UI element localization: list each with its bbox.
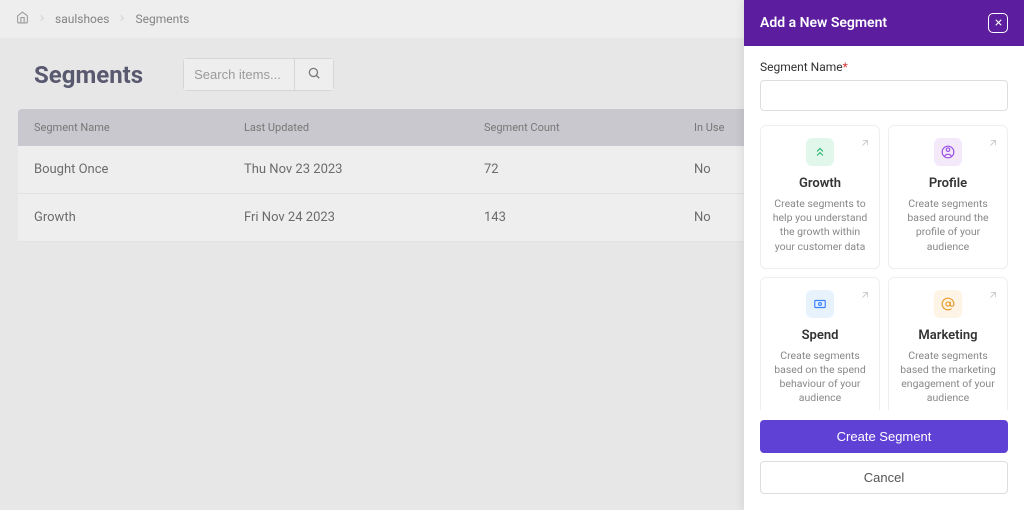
marketing-icon: [934, 290, 962, 318]
segment-card-marketing[interactable]: Marketing Create segments based the mark…: [888, 277, 1008, 410]
growth-icon: [806, 138, 834, 166]
drawer-title: Add a New Segment: [760, 15, 887, 31]
profile-icon: [934, 138, 962, 166]
arrow-up-right-icon: [987, 134, 999, 153]
cancel-button[interactable]: Cancel: [760, 461, 1008, 494]
segment-card-profile[interactable]: Profile Create segments based around the…: [888, 125, 1008, 269]
segment-card-spend[interactable]: Spend Create segments based on the spend…: [760, 277, 880, 410]
drawer-body: Segment Name* Growth Create segments to …: [744, 46, 1024, 410]
arrow-up-right-icon: [987, 286, 999, 305]
card-desc: Create segments based the marketing enga…: [897, 349, 999, 406]
close-button[interactable]: [988, 13, 1008, 33]
card-title: Profile: [897, 176, 999, 191]
arrow-up-right-icon: [859, 286, 871, 305]
add-segment-drawer: Add a New Segment Segment Name* Growth C…: [744, 0, 1024, 510]
card-desc: Create segments based on the spend behav…: [769, 349, 871, 406]
card-desc: Create segments to help you understand t…: [769, 197, 871, 254]
segment-name-input[interactable]: [760, 80, 1008, 111]
card-title: Spend: [769, 328, 871, 343]
create-segment-button[interactable]: Create Segment: [760, 420, 1008, 453]
segment-name-label: Segment Name*: [760, 60, 1008, 74]
drawer-header: Add a New Segment: [744, 0, 1024, 46]
segment-card-growth[interactable]: Growth Create segments to help you under…: [760, 125, 880, 269]
card-title: Marketing: [897, 328, 999, 343]
segment-type-grid: Growth Create segments to help you under…: [760, 125, 1008, 410]
drawer-footer: Create Segment Cancel: [744, 410, 1024, 510]
close-icon: [993, 16, 1004, 31]
arrow-up-right-icon: [859, 134, 871, 153]
spend-icon: [806, 290, 834, 318]
card-desc: Create segments based around the profile…: [897, 197, 999, 254]
card-title: Growth: [769, 176, 871, 191]
